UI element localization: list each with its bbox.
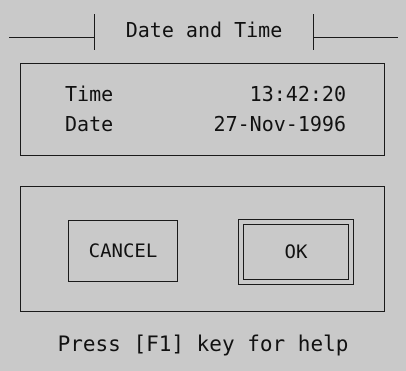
title-rule-left bbox=[9, 37, 94, 38]
cancel-button-label: CANCEL bbox=[88, 240, 158, 262]
ok-button-label: OK bbox=[284, 241, 308, 263]
datetime-panel: Time 13:42:20 Date 27-Nov-1996 bbox=[20, 63, 385, 156]
time-value: 13:42:20 bbox=[249, 82, 346, 106]
date-value: 27-Nov-1996 bbox=[213, 112, 346, 136]
title-tick-right bbox=[313, 14, 314, 50]
cancel-button[interactable]: CANCEL bbox=[68, 220, 178, 282]
dialog-title: Date and Time bbox=[125, 18, 283, 42]
button-panel: CANCEL OK bbox=[20, 186, 385, 312]
title-rule-right bbox=[314, 37, 398, 38]
ok-button[interactable]: OK bbox=[238, 219, 354, 285]
title-frame: Date and Time bbox=[94, 14, 314, 50]
time-label: Time bbox=[65, 82, 114, 106]
help-hint: Press [F1] key for help bbox=[57, 332, 349, 356]
date-label: Date bbox=[65, 112, 114, 136]
